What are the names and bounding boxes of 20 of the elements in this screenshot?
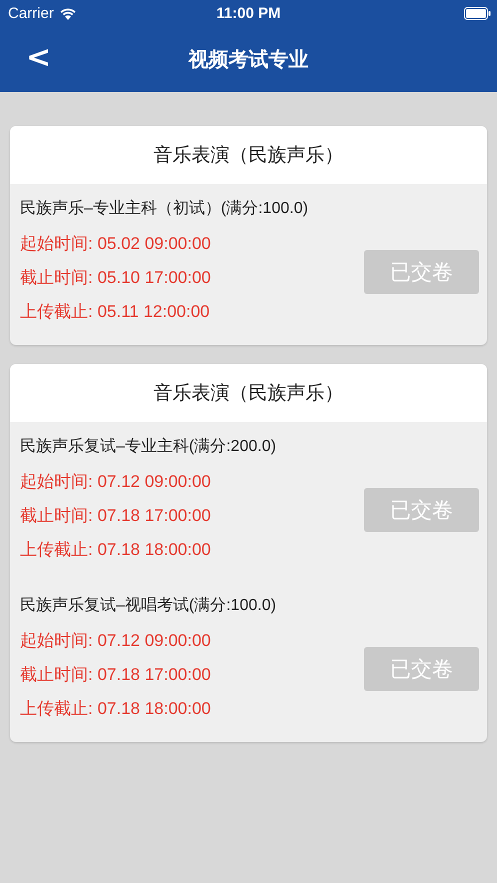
exam-time: 上传截止: 05.11 12:00:00: [20, 301, 211, 323]
section-title: 音乐表演（民族声乐）: [154, 144, 344, 168]
status-time: 11:00 PM: [216, 4, 281, 22]
battery-icon: [464, 6, 491, 20]
wifi-icon: [58, 6, 77, 20]
exam-time: 截止时间: 05.10 17:00:00: [20, 267, 211, 289]
exam-time: 起始时间: 07.12 09:00:00: [20, 630, 211, 652]
section-title: 音乐表演（民族声乐）: [154, 382, 344, 406]
exam-time: 起始时间: 07.12 09:00:00: [20, 471, 211, 493]
exam-name: 民族声乐复试–专业主科(满分:200.0): [20, 436, 278, 457]
carrier-label: Carrier: [8, 4, 54, 22]
exam-time: 截止时间: 07.18 17:00:00: [20, 505, 211, 527]
exam-time: 上传截止: 07.18 18:00:00: [20, 539, 211, 561]
exam-time: 上传截止: 07.18 18:00:00: [20, 698, 211, 720]
back-button[interactable]: <: [20, 40, 58, 75]
exam-time: 截止时间: 07.18 17:00:00: [20, 664, 211, 686]
exam-time: 起始时间: 05.02 09:00:00: [20, 233, 211, 255]
exam-name: 民族声乐复试–视唱考试(满分:100.0): [20, 596, 278, 616]
page-title: 视频考试专业: [188, 48, 308, 72]
exam-name: 民族声乐–专业主科（初试）(满分:100.0): [20, 198, 310, 219]
